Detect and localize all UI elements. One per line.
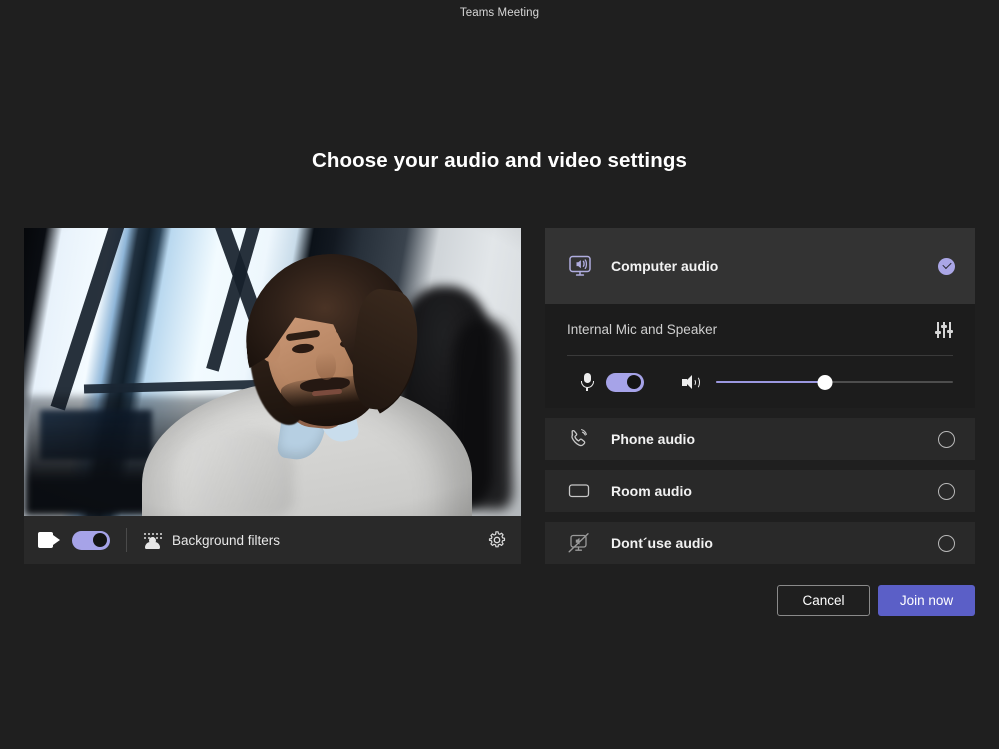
person-on-camera [24,228,521,516]
audio-option-room-audio[interactable]: Room audio [545,470,975,512]
gear-icon[interactable] [487,530,507,550]
device-row[interactable]: Internal Mic and Speaker [567,304,953,356]
computer-audio-icon [567,254,595,278]
computer-audio-expanded-section: Internal Mic and Speaker [545,304,975,408]
window-title: Teams Meeting [459,7,540,19]
no-audio-icon [567,532,595,554]
audio-option-label: Dont´use audio [611,535,713,551]
camera-icon [38,532,60,548]
page-title: Choose your audio and video settings [312,149,687,172]
video-preview-panel: Background filters [24,228,521,564]
microphone-toggle[interactable] [606,372,644,392]
audio-option-label: Room audio [611,483,692,499]
camera-preview [24,228,521,516]
equalizer-icon[interactable] [934,321,953,338]
audio-option-phone-audio[interactable]: Phone audio [545,418,975,460]
video-control-bar: Background filters [24,516,521,564]
volume-slider[interactable] [716,373,953,391]
audio-option-dont-use-audio[interactable]: Dont´use audio [545,522,975,564]
audio-settings-panel: Computer audio Internal Mic and Speaker [545,228,975,564]
audio-option-radio[interactable] [938,534,955,552]
background-filters-label[interactable]: Background filters [172,533,280,548]
audio-option-radio[interactable] [938,482,955,500]
audio-option-computer-audio[interactable]: Computer audio [545,228,975,304]
room-audio-icon [567,481,595,501]
device-name: Internal Mic and Speaker [567,322,718,337]
audio-option-radio-selected[interactable] [938,257,955,275]
speaker-icon [682,374,700,390]
sweater-fold [174,428,294,516]
teams-prejoin-window: Teams Meeting Choose your audio and vide… [0,0,999,749]
action-buttons: Cancel Join now [545,585,975,616]
background-filters-icon [143,531,162,549]
join-now-button[interactable]: Join now [878,585,975,616]
audio-option-radio[interactable] [938,430,955,448]
titlebar: Teams Meeting [0,0,999,26]
audio-option-label: Computer audio [611,258,719,274]
microphone-icon [580,373,594,391]
phone-audio-icon [567,428,595,450]
audio-controls-row [567,356,953,408]
cancel-button[interactable]: Cancel [777,585,870,616]
camera-toggle[interactable] [72,530,110,550]
divider [126,528,127,552]
audio-option-label: Phone audio [611,431,695,447]
